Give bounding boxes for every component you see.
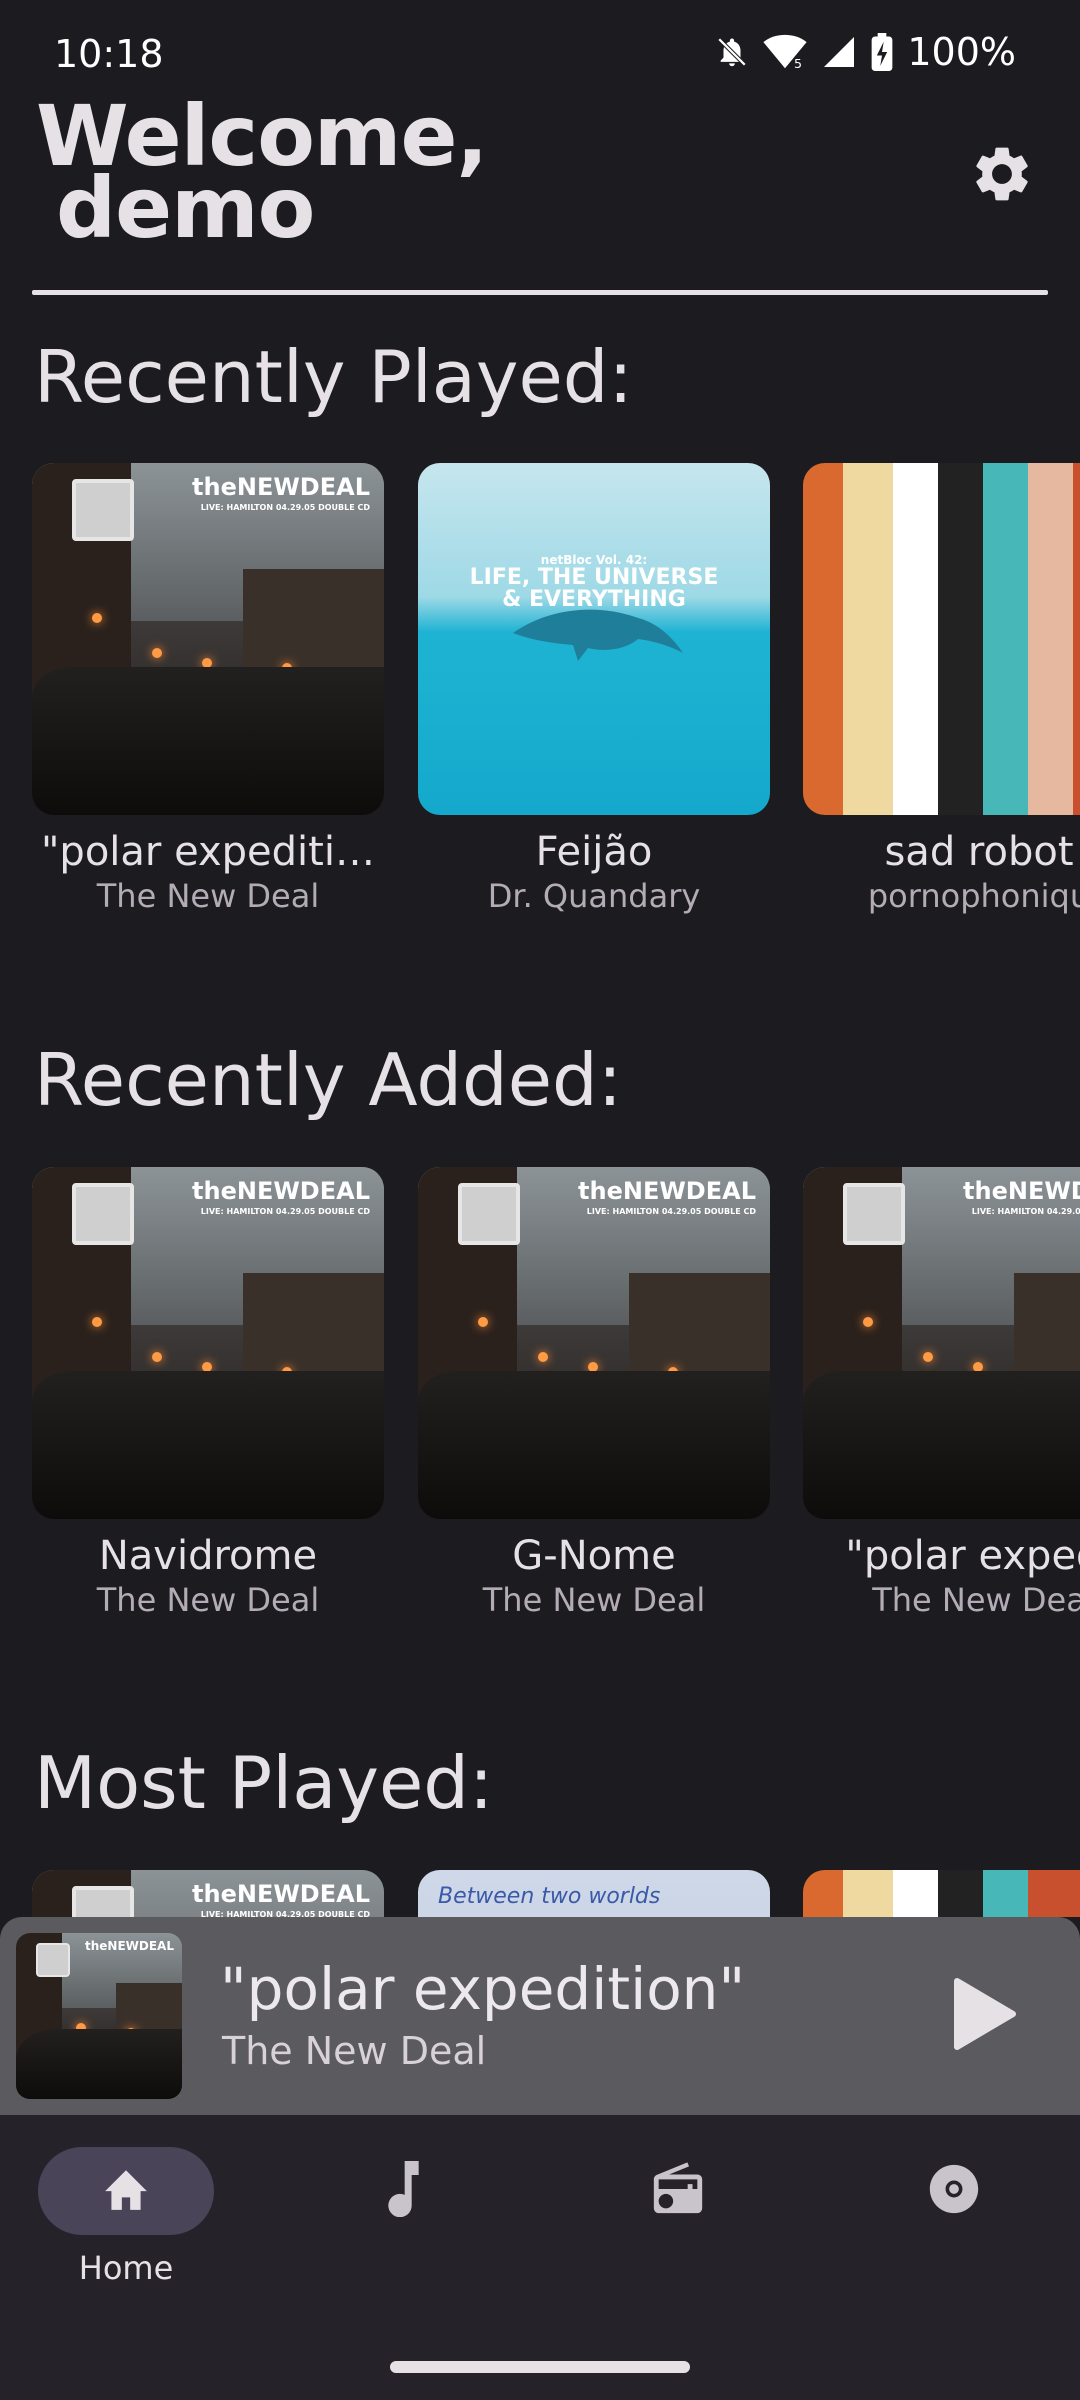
album-title: sad robot: [884, 829, 1074, 875]
wifi-icon: 5: [763, 34, 807, 70]
album-cover: [803, 1870, 1080, 1917]
notifications-off-icon: [715, 33, 749, 71]
album-cover: theNEWDEAL LIVE: HAMILTON 04.29.05 DOUBL…: [803, 1167, 1080, 1519]
cover-brand-text: theNEWDEAL: [192, 1880, 370, 1908]
play-button[interactable]: [940, 1971, 1030, 2061]
status-time: 10:18: [54, 32, 164, 76]
settings-button[interactable]: [964, 138, 1040, 214]
album-cover: theNEWDEAL LIVE: HAMILTON 04.29.05 DOUBL…: [32, 463, 384, 815]
cover-sub-text: LIVE: HAMILTON 04.29.05 DOUBLE CD: [586, 1207, 756, 1216]
welcome-heading: Welcome, demo: [36, 94, 488, 250]
cover-line-2: LIFE, THE UNIVERSE: [469, 565, 719, 590]
cover-brand-text: theNEWDEAL: [963, 1177, 1080, 1205]
album-card[interactable]: theNEWDEAL LIVE: HAMILTON 04.29.05 DOUBL…: [803, 1167, 1080, 1619]
nav-item-radio[interactable]: [588, 2147, 768, 2347]
nav-active-indicator: [38, 2147, 214, 2235]
album-cover: theNEWDEAL LIVE: HAMILTON 04.29.05 DOUBL…: [418, 1167, 770, 1519]
nav-item-home[interactable]: Home: [36, 2147, 216, 2347]
album-icon: [925, 2160, 983, 2222]
cover-sub-text: LIVE: HAMILTON 04.29.05 DOUBLE CD: [200, 1207, 370, 1216]
album-card[interactable]: theNEWDEAL LIVE: HAMILTON 04.29.05 DOUBL…: [32, 1870, 384, 1917]
album-artist: The New Deal: [482, 1581, 706, 1619]
album-artist: Dr. Quandary: [487, 877, 701, 915]
cd-logo-icon: [72, 1886, 134, 1917]
album-cover: theNEWDEAL LIVE: HAMILTON 04.29.05 DOUBL…: [32, 1167, 384, 1519]
cover-brand-text: theNEWDEAL: [578, 1177, 756, 1205]
bottom-navigation: Home: [0, 2115, 1080, 2400]
cover-sub-text: LIVE: HAMILTON 04.29.05 DOUBLE CD: [200, 1910, 370, 1917]
cd-logo-icon: [843, 1183, 905, 1245]
cd-logo-icon: [458, 1183, 520, 1245]
album-title: Feijão: [535, 829, 653, 875]
cd-logo-icon: [72, 1183, 134, 1245]
recently-added-title: Recently Added:: [34, 1038, 622, 1122]
header-divider: [32, 290, 1048, 295]
svg-text:5: 5: [794, 56, 802, 70]
recently-played-row[interactable]: theNEWDEAL LIVE: HAMILTON 04.29.05 DOUBL…: [0, 463, 1080, 923]
nav-item-songs[interactable]: [310, 2147, 490, 2347]
album-artist: The New Deal: [96, 1581, 320, 1619]
album-title: G-Nome: [512, 1533, 676, 1579]
album-title: "polar expedi: [845, 1533, 1080, 1579]
status-icons: 5 100%: [715, 30, 1016, 74]
album-card[interactable]: [803, 1870, 1080, 1917]
now-playing-title: "polar expedition": [220, 1955, 746, 2023]
album-artist: The New Deal: [96, 877, 320, 915]
most-played-row[interactable]: theNEWDEAL LIVE: HAMILTON 04.29.05 DOUBL…: [0, 1870, 1080, 1917]
home-screen: 10:18 5 100% Welcome, demo Recently Play: [0, 0, 1080, 2400]
album-artist: The New Dea: [872, 1581, 1080, 1619]
now-playing-bar[interactable]: theNEWDEAL "polar expedition" The New De…: [0, 1917, 1080, 2115]
album-card[interactable]: netBloc Vol. 42: LIFE, THE UNIVERSE & EV…: [418, 463, 770, 915]
signal-icon: [821, 34, 857, 70]
cd-logo-icon: [36, 1943, 70, 1977]
album-cover: netBloc Vol. 42: LIFE, THE UNIVERSE & EV…: [418, 463, 770, 815]
album-artist: pornophoniqu: [867, 877, 1080, 915]
radio-icon: [649, 2160, 707, 2222]
music-note-icon: [380, 2161, 420, 2221]
album-card[interactable]: theNEWDEAL LIVE: HAMILTON 04.29.05 DOUBL…: [32, 463, 384, 915]
cover-sub-text: LIVE: HAMILTON 04.29.05 DOUBLE CD: [200, 503, 370, 512]
album-title: Navidrome: [98, 1533, 318, 1579]
cover-brand-text: theNEWDEAL: [85, 1939, 174, 1953]
most-played-title: Most Played:: [34, 1741, 494, 1825]
album-card[interactable]: sad robot pornophoniqu: [803, 463, 1080, 915]
gear-icon: [969, 141, 1035, 211]
album-card[interactable]: Between two worlds: [418, 1870, 770, 1917]
recently-added-row[interactable]: theNEWDEAL LIVE: HAMILTON 04.29.05 DOUBL…: [0, 1167, 1080, 1627]
now-playing-artist: The New Deal: [222, 2029, 487, 2073]
album-cover: Between two worlds: [418, 1870, 770, 1917]
cover-sub-text: LIVE: HAMILTON 04.29.05 DOUBLE CD: [971, 1207, 1080, 1216]
battery-charging-icon: [871, 33, 893, 71]
cover-brand-text: theNEWDEAL: [192, 1177, 370, 1205]
recently-played-title: Recently Played:: [34, 335, 633, 419]
dolphin-icon: [513, 609, 683, 661]
album-cover: [803, 463, 1080, 815]
album-card[interactable]: theNEWDEAL LIVE: HAMILTON 04.29.05 DOUBL…: [418, 1167, 770, 1619]
cover-script-text: Between two worlds: [438, 1884, 661, 1909]
album-title: "polar expediti…: [41, 829, 375, 875]
battery-percent: 100%: [907, 30, 1016, 74]
album-cover: theNEWDEAL LIVE: HAMILTON 04.29.05 DOUBL…: [32, 1870, 384, 1917]
cd-logo-icon: [72, 479, 134, 541]
cover-brand-text: theNEWDEAL: [192, 473, 370, 501]
gesture-home-indicator[interactable]: [390, 2361, 690, 2373]
nav-item-albums[interactable]: [864, 2147, 1044, 2347]
nav-label-home: Home: [78, 2249, 174, 2287]
home-icon: [101, 2166, 151, 2216]
play-icon: [953, 1977, 1017, 2055]
now-playing-cover: theNEWDEAL: [16, 1933, 182, 2099]
album-card[interactable]: theNEWDEAL LIVE: HAMILTON 04.29.05 DOUBL…: [32, 1167, 384, 1619]
